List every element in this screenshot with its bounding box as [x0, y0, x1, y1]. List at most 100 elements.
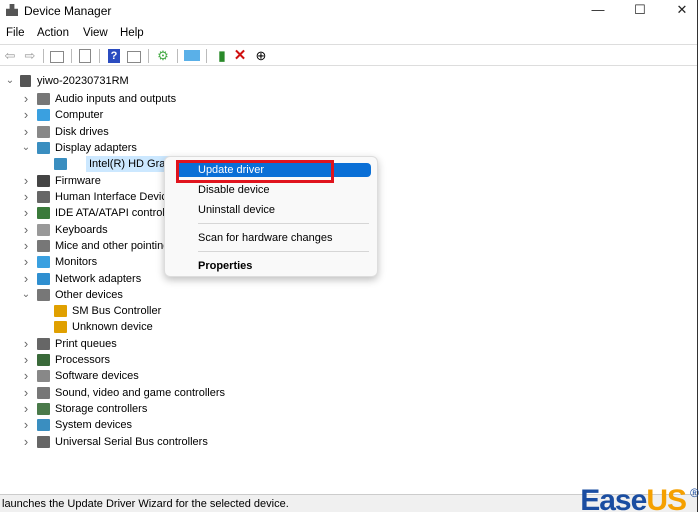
chevron-down-icon[interactable]: ⌄: [5, 73, 15, 89]
device-category-icon: [54, 158, 67, 170]
device-category-icon: [37, 142, 50, 154]
menu-item-uninstall-device[interactable]: Uninstall device: [198, 204, 275, 216]
menu-help[interactable]: Help: [120, 27, 144, 39]
device-category-icon: [37, 354, 50, 366]
item-label: Computer: [55, 109, 104, 121]
easeus-logo: EaseUS ®: [580, 484, 699, 518]
device-category-icon: [37, 109, 50, 121]
chevron-right-icon[interactable]: ›: [21, 238, 31, 254]
chevron-right-icon[interactable]: ›: [21, 385, 31, 401]
context-menu: Update driver Disable device Uninstall d…: [164, 156, 378, 277]
chevron-right-icon[interactable]: ›: [21, 222, 31, 238]
menu-action[interactable]: Action: [37, 27, 69, 39]
scan-hardware-icon[interactable]: ⚙: [155, 48, 171, 64]
chevron-right-icon[interactable]: ›: [21, 368, 31, 384]
chevron-right-icon[interactable]: ›: [21, 205, 31, 221]
chevron-right-icon[interactable]: ›: [21, 91, 31, 107]
item-label: Human Interface Devices: [55, 191, 179, 203]
back-icon[interactable]: ⇦: [2, 48, 18, 64]
chevron-right-icon[interactable]: ›: [21, 336, 31, 352]
logo-part1: Ease: [580, 484, 647, 517]
title-bar: Device Manager — ☐ ✕: [0, 0, 697, 22]
help-icon[interactable]: ?: [108, 49, 120, 63]
device-category-icon: [37, 419, 50, 431]
device-manager-icon: [6, 4, 18, 16]
item-label: Software devices: [55, 370, 139, 382]
forward-icon[interactable]: ⇨: [22, 48, 38, 64]
toolbar: ⇦ ⇨ ? ⚙ ▮ ✕ ⊕: [0, 44, 697, 66]
device-category-icon: [37, 240, 50, 252]
menu-view[interactable]: View: [83, 27, 108, 39]
device-category-icon: [37, 403, 50, 415]
chevron-right-icon[interactable]: ›: [21, 417, 31, 433]
close-button[interactable]: ✕: [672, 2, 692, 20]
device-category-icon: [54, 321, 67, 333]
action-pane-icon[interactable]: [127, 51, 141, 63]
device-category-icon: [54, 305, 67, 317]
item-label: Monitors: [55, 256, 98, 268]
device-category-icon: [37, 93, 50, 105]
item-label: Processors: [55, 354, 111, 366]
item-label: Print queues: [55, 338, 117, 350]
window-title: Device Manager: [24, 4, 112, 18]
separator: [43, 49, 44, 63]
item-label: Firmware: [55, 175, 101, 187]
item-label: SM Bus Controller: [72, 305, 162, 317]
device-category-icon: [37, 175, 50, 187]
chevron-right-icon[interactable]: ›: [21, 401, 31, 417]
device-category-icon: [37, 436, 50, 448]
chevron-right-icon[interactable]: ›: [21, 107, 31, 123]
separator: [99, 49, 100, 63]
device-category-icon: [37, 338, 50, 350]
device-category-icon: [37, 370, 50, 382]
item-label: Disk drives: [55, 126, 109, 138]
device-category-icon: [37, 289, 50, 301]
disable-icon[interactable]: ⊕: [253, 48, 269, 64]
menu-item-disable-device[interactable]: Disable device: [198, 184, 270, 196]
item-label: Universal Serial Bus controllers: [55, 436, 208, 448]
item-label: Network adapters: [55, 273, 142, 285]
device-tree: ⌄ yiwo-20230731RM › Audio inputs and outp…: [0, 72, 697, 494]
menu-separator: [198, 251, 369, 252]
menu-item-scan-hardware[interactable]: Scan for hardware changes: [198, 232, 333, 244]
chevron-right-icon[interactable]: ›: [21, 124, 31, 140]
item-label: Unknown device: [72, 321, 153, 333]
chevron-down-icon[interactable]: ⌄: [21, 287, 31, 303]
item-label: Other devices: [55, 289, 123, 301]
root-label: yiwo-20230731RM: [37, 75, 129, 87]
chevron-right-icon[interactable]: ›: [21, 434, 31, 450]
logo-reg: ®: [690, 486, 699, 500]
device-category-icon: [37, 191, 50, 203]
item-label: Keyboards: [55, 224, 108, 236]
chevron-right-icon[interactable]: ›: [21, 271, 31, 287]
chevron-right-icon[interactable]: ›: [21, 254, 31, 270]
item-label: Storage controllers: [55, 403, 148, 415]
minimize-button[interactable]: —: [588, 2, 608, 20]
show-hide-console-tree-icon[interactable]: [50, 51, 64, 63]
item-label: Display adapters: [55, 142, 137, 154]
status-text: launches the Update Driver Wizard for th…: [2, 498, 289, 510]
chevron-right-icon[interactable]: ›: [21, 352, 31, 368]
update-driver-icon[interactable]: ▮: [214, 48, 230, 64]
logo-part2: US: [646, 484, 687, 517]
uninstall-icon[interactable]: ✕: [232, 48, 248, 64]
chevron-right-icon[interactable]: ›: [21, 189, 31, 205]
device-category-icon: [37, 207, 50, 219]
device-manager-window: Device Manager — ☐ ✕ File Action View He…: [0, 0, 698, 512]
separator: [206, 49, 207, 63]
monitor-icon[interactable]: [184, 50, 200, 61]
maximize-button[interactable]: ☐: [630, 2, 650, 20]
menu-separator: [198, 223, 369, 224]
chevron-right-icon[interactable]: ›: [21, 173, 31, 189]
separator: [148, 49, 149, 63]
item-label: System devices: [55, 419, 133, 431]
item-label: Sound, video and game controllers: [55, 387, 225, 399]
separator: [71, 49, 72, 63]
properties-icon[interactable]: [79, 49, 91, 63]
menu-file[interactable]: File: [6, 27, 25, 39]
chevron-down-icon[interactable]: ⌄: [21, 140, 31, 156]
device-category-icon: [37, 126, 50, 138]
separator: [177, 49, 178, 63]
menu-item-properties[interactable]: Properties: [198, 260, 252, 272]
item-label: Audio inputs and outputs: [55, 93, 177, 105]
